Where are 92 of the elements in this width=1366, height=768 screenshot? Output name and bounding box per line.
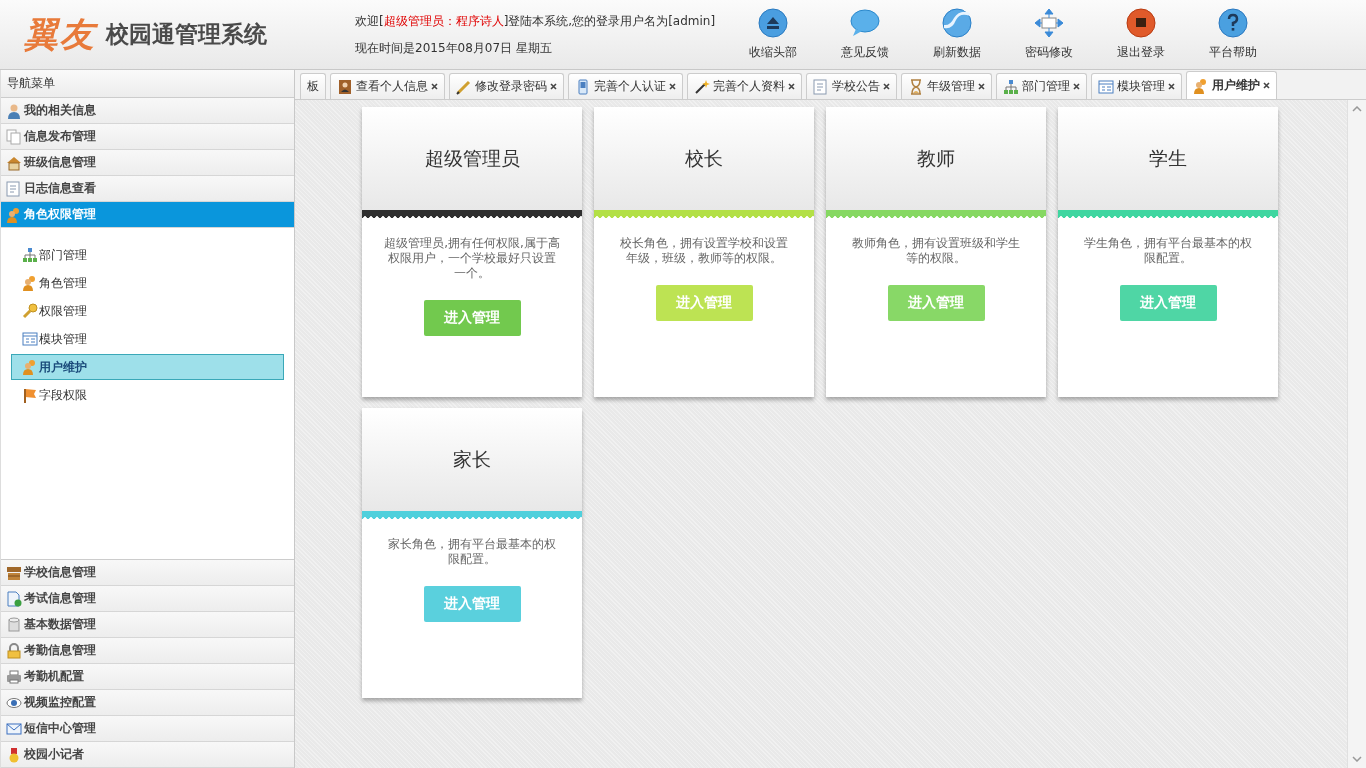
- sidebar-title: 导航菜单: [1, 70, 294, 98]
- tab[interactable]: 板: [300, 73, 326, 99]
- people-icon: [6, 206, 22, 223]
- tab[interactable]: 查看个人信息: [330, 73, 445, 99]
- key-icon: [22, 303, 38, 319]
- card-description: 教师角色，拥有设置班级和学生等的权限。: [851, 236, 1021, 266]
- tab[interactable]: 年级管理: [901, 73, 992, 99]
- card-title: 学生: [1149, 145, 1187, 171]
- printer-icon: [6, 668, 22, 685]
- phone-icon: [575, 78, 591, 95]
- close-icon[interactable]: [883, 83, 890, 90]
- card-description: 学生角色，拥有平台最基本的权限配置。: [1083, 236, 1253, 266]
- wave-circle-icon: [942, 8, 972, 38]
- tab[interactable]: 学校公告: [806, 73, 897, 99]
- hourglass-icon: [908, 78, 924, 95]
- toolbar-button[interactable]: 平台帮助: [1187, 8, 1279, 61]
- notebook-icon: [6, 180, 22, 197]
- tab[interactable]: 修改登录密码: [449, 73, 564, 99]
- tab[interactable]: 完善个人资料: [687, 73, 802, 99]
- card-description: 校长角色，拥有设置学校和设置年级，班级，教师等的权限。: [619, 236, 789, 266]
- sidebar-item[interactable]: 我的相关信息: [1, 98, 294, 124]
- wand-icon: [694, 78, 710, 95]
- welcome-text: 欢迎[超级管理员：程序诗人]登陆本系统,您的登录用户名为[admin]: [355, 12, 717, 30]
- logo: 翼友: [24, 12, 96, 56]
- card-title: 校长: [685, 145, 723, 171]
- house-icon: [6, 154, 22, 171]
- toolbar-button[interactable]: 刷新数据: [911, 8, 1003, 61]
- window-icon: [22, 331, 38, 347]
- pages-icon: [6, 128, 22, 145]
- card-description: 家长角色，拥有平台最基本的权限配置。: [387, 537, 557, 567]
- eject-icon: [758, 8, 788, 38]
- hierarchy-icon: [1003, 78, 1019, 95]
- toolbar-button[interactable]: 意见反馈: [819, 8, 911, 61]
- people-icon: [1193, 77, 1209, 94]
- stop-icon: [1126, 8, 1156, 38]
- sidebar-item[interactable]: 基本数据管理: [1, 612, 294, 638]
- close-icon[interactable]: [788, 83, 795, 90]
- pen-icon: [456, 78, 472, 95]
- chest-icon: [6, 564, 22, 581]
- speech-bubble-icon: [850, 8, 880, 38]
- sidebar-item[interactable]: 考勤机配置: [1, 664, 294, 690]
- sidebar-item[interactable]: 考试信息管理: [1, 586, 294, 612]
- scroll-down-icon[interactable]: [1352, 756, 1362, 762]
- toolbar-button[interactable]: 收缩头部: [727, 8, 819, 61]
- tab[interactable]: 模块管理: [1091, 73, 1182, 99]
- close-icon[interactable]: [978, 83, 985, 90]
- move-arrows-icon: [1034, 8, 1064, 38]
- submenu-item[interactable]: 用户维护: [11, 354, 284, 380]
- close-icon[interactable]: [550, 83, 557, 90]
- submenu-item[interactable]: 角色管理: [11, 270, 284, 296]
- notebook-icon: [813, 78, 829, 95]
- submenu-item[interactable]: 字段权限: [11, 382, 284, 408]
- card-description: 超级管理员,拥有任何权限,属于高权限用户，一个学校最好只设置一个。: [384, 236, 560, 281]
- card-title: 家长: [453, 446, 491, 472]
- close-icon[interactable]: [1263, 82, 1270, 89]
- people-icon: [22, 359, 38, 375]
- cylinder-icon: [6, 616, 22, 633]
- document-icon: [6, 590, 22, 607]
- scroll-up-icon[interactable]: [1352, 106, 1362, 112]
- help-icon: [1218, 8, 1248, 38]
- sidebar-item[interactable]: 信息发布管理: [1, 124, 294, 150]
- toolbar-button[interactable]: 密码修改: [1003, 8, 1095, 61]
- card-title: 教师: [917, 145, 955, 171]
- sidebar-item[interactable]: 视频监控配置: [1, 690, 294, 716]
- sidebar-item[interactable]: 短信中心管理: [1, 716, 294, 742]
- person-icon: [6, 102, 22, 119]
- close-icon[interactable]: [431, 83, 438, 90]
- hierarchy-icon: [22, 247, 38, 263]
- current-date: 现在时间是2015年08月07日 星期五: [355, 39, 553, 57]
- sidebar-item[interactable]: 学校信息管理: [1, 560, 294, 586]
- toolbar-button[interactable]: 退出登录: [1095, 8, 1187, 61]
- tab[interactable]: 部门管理: [996, 73, 1087, 99]
- sidebar-item[interactable]: 班级信息管理: [1, 150, 294, 176]
- close-icon[interactable]: [1073, 83, 1080, 90]
- submenu-item[interactable]: 权限管理: [11, 298, 284, 324]
- tab[interactable]: 完善个人认证: [568, 73, 683, 99]
- lock-icon: [6, 642, 22, 659]
- card-title: 超级管理员: [424, 145, 520, 171]
- sidebar-item[interactable]: 校园小记者: [1, 742, 294, 768]
- flag-icon: [22, 387, 38, 403]
- close-icon[interactable]: [1168, 83, 1175, 90]
- close-icon[interactable]: [669, 83, 676, 90]
- envelope-icon: [6, 720, 22, 737]
- submenu-item[interactable]: 部门管理: [11, 242, 284, 268]
- id-card-icon: [337, 78, 353, 95]
- sidebar-item[interactable]: 考勤信息管理: [1, 638, 294, 664]
- window-icon: [1098, 78, 1114, 95]
- people-icon: [22, 275, 38, 291]
- submenu-item[interactable]: 模块管理: [11, 326, 284, 352]
- app-title: 校园通管理系统: [106, 20, 267, 49]
- sidebar-item[interactable]: 日志信息查看: [1, 176, 294, 202]
- tab[interactable]: 用户维护: [1186, 71, 1277, 99]
